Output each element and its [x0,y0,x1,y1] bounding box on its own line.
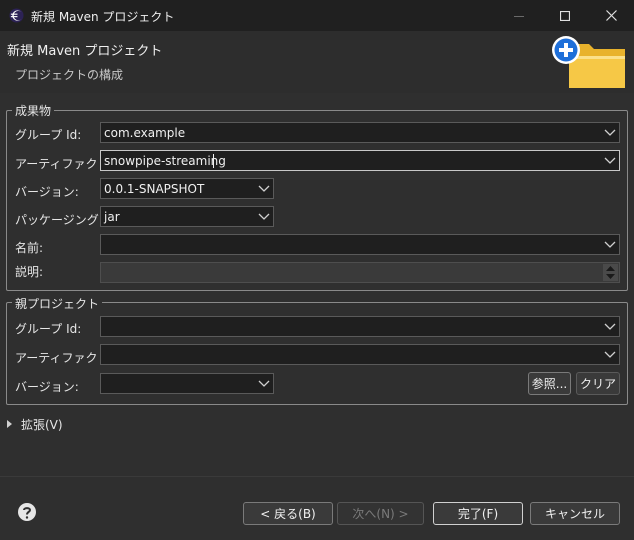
text-cursor [213,154,214,168]
artifact-group-legend: 成果物 [12,102,55,119]
packaging-combo[interactable]: jar [100,206,274,227]
footer-divider [0,476,634,477]
artifact-id-combo[interactable]: snowpipe-streaming [100,150,620,171]
browse-button[interactable]: 参照... [528,372,571,395]
parent-version-combo[interactable] [100,373,274,394]
back-button[interactable]: < 戻る(B) [243,502,333,525]
maximize-icon [560,10,570,21]
version-label: バージョン: [15,185,79,199]
cancel-button[interactable]: キャンセル [530,502,620,525]
window-title: 新規 Maven プロジェクト [31,10,175,24]
chevron-down-icon [258,213,270,220]
help-icon[interactable] [17,502,37,522]
page-subtitle: プロジェクトの構成 [15,68,124,82]
close-button[interactable] [588,0,634,31]
scroll-down-icon [606,274,615,279]
close-icon [605,10,617,21]
description-scrollbar[interactable] [603,264,618,281]
chevron-down-icon [604,129,616,136]
group-id-value: com.example [104,126,186,140]
chevron-down-icon [604,157,616,164]
parent-group-id-combo[interactable] [100,316,620,337]
advanced-label: 拡張(V) [21,418,63,432]
page-title: 新規 Maven プロジェクト [7,44,163,59]
title-bar: 新規 Maven プロジェクト [0,0,634,31]
description-label: 説明: [15,265,44,279]
wizard-header: 新規 Maven プロジェクト プロジェクトの構成 [0,31,634,93]
version-combo[interactable]: 0.0.1-SNAPSHOT [100,178,274,199]
parent-group-id-label: グループ Id: [15,322,82,336]
parent-version-label: バージョン: [15,380,79,394]
finish-button[interactable]: 完了(F) [433,502,523,525]
name-label: 名前: [15,241,44,255]
description-textarea[interactable] [100,262,620,283]
scroll-up-icon [606,266,615,271]
chevron-down-icon [604,351,616,358]
chevron-down-icon [258,185,270,192]
artifact-id-value: snowpipe-streaming [104,154,226,168]
group-id-combo[interactable]: com.example [100,122,620,143]
expand-arrow-icon [7,420,12,428]
maximize-button[interactable] [542,0,588,31]
version-value: 0.0.1-SNAPSHOT [104,182,205,196]
parent-artifact-id-combo[interactable] [100,344,620,365]
name-combo[interactable] [100,234,620,255]
parent-group-legend: 親プロジェクト [12,295,103,312]
minimize-button[interactable] [496,0,542,31]
folder-add-icon [552,36,625,88]
dialog-window: 新規 Maven プロジェクト 新規 Maven プロジェクト プロジェクトの構… [0,0,634,540]
chevron-down-icon [258,380,270,387]
eclipse-icon [9,8,24,23]
group-id-label: グループ Id: [15,128,82,142]
next-button[interactable]: 次へ(N) > [337,502,424,525]
packaging-value: jar [104,210,120,224]
minimize-icon [514,15,524,17]
packaging-label: パッケージング: [15,213,103,227]
chevron-down-icon [604,241,616,248]
chevron-down-icon [604,323,616,330]
clear-button[interactable]: クリア [576,372,620,395]
